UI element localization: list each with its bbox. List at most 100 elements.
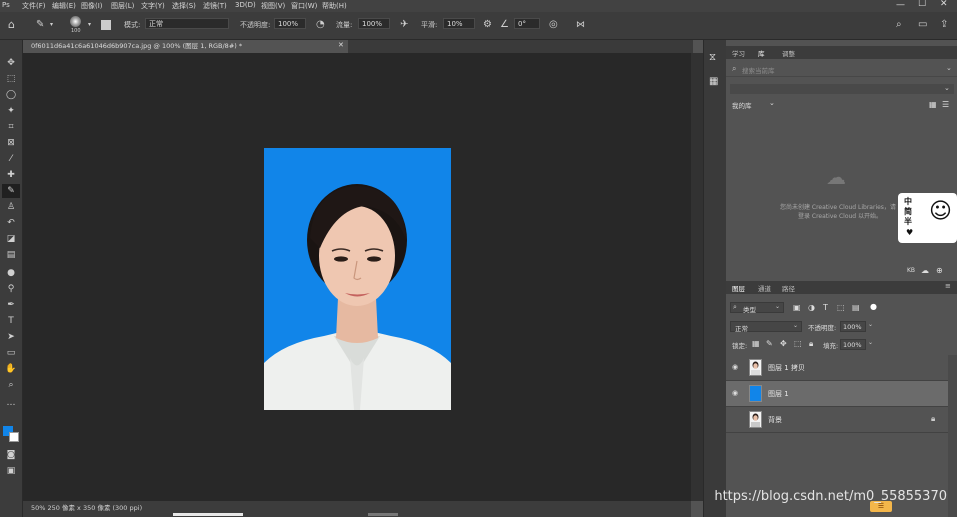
more-tools-icon[interactable]: … — [2, 396, 20, 410]
type-tool-icon[interactable]: T — [2, 314, 20, 328]
library-dropdown[interactable]: 我的库 — [732, 100, 752, 110]
eye-icon[interactable]: ◉ — [732, 363, 738, 371]
path-selection-tool-icon[interactable]: ➤ — [2, 330, 20, 344]
tab-layers[interactable]: 图层 — [732, 283, 745, 293]
menu-filter[interactable]: 滤镜(T) — [203, 1, 227, 11]
gradient-tool-icon[interactable]: ▤ — [2, 248, 20, 262]
mode-select[interactable]: 正常 — [145, 18, 229, 29]
close-icon[interactable]: ✕ — [940, 0, 948, 9]
smooth-input[interactable]: 10% — [443, 18, 475, 29]
dodge-tool-icon[interactable]: ⚲ — [2, 282, 20, 296]
workspace-icon[interactable]: ▭ — [918, 19, 927, 31]
lock-transparent-icon[interactable]: ▦ — [752, 339, 760, 348]
menu-window[interactable]: 窗口(W) — [291, 1, 317, 11]
menu-view[interactable]: 视图(V) — [261, 1, 285, 11]
chevron-down-icon[interactable]: ▾ — [88, 19, 91, 31]
add-library-icon[interactable]: ⊕ — [936, 266, 943, 275]
flow-input[interactable]: 100% — [358, 18, 390, 29]
menu-edit[interactable]: 编辑(E) — [52, 1, 76, 11]
frame-tool-icon[interactable]: ⊠ — [2, 136, 20, 150]
lock-all-icon[interactable]: 🔒︎ — [809, 339, 813, 349]
chevron-down-icon[interactable]: ⌄ — [769, 99, 775, 107]
menu-help[interactable]: 帮助(H) — [322, 1, 347, 11]
eyedropper-tool-icon[interactable]: ⁄ — [2, 152, 20, 166]
airbrush-icon[interactable]: ✈ — [400, 19, 408, 31]
zoom-tool-icon[interactable]: ⌕ — [2, 378, 20, 392]
pressure-opacity-icon[interactable]: ◔ — [316, 19, 325, 31]
menu-select[interactable]: 选择(S) — [172, 1, 196, 11]
angle-input[interactable]: 0° — [514, 18, 540, 29]
tab-learn[interactable]: 学习 — [732, 48, 745, 58]
blend-mode-select[interactable]: 正常 ⌄ — [730, 321, 802, 333]
list-view-icon[interactable]: ☰ — [942, 100, 949, 109]
healing-brush-tool-icon[interactable]: ✚ — [2, 168, 20, 182]
lock-position-icon[interactable]: ✥ — [780, 339, 787, 348]
document-tab[interactable]: 0f6011d6a41c6a61046d6b907ca.jpg @ 100% (… — [23, 40, 348, 53]
panel-menu-icon[interactable]: ≡ — [945, 282, 951, 290]
home-icon[interactable]: ⌂ — [8, 19, 15, 31]
menu-layer[interactable]: 图层(L) — [111, 1, 134, 11]
close-tab-icon[interactable]: ✕ — [338, 41, 344, 49]
chevron-down-icon[interactable]: ⌄ — [868, 339, 873, 346]
brush-tool-icon[interactable]: ✎ — [36, 19, 44, 31]
chevron-down-icon[interactable]: ⌄ — [868, 321, 873, 328]
history-brush-tool-icon[interactable]: ↶ — [2, 216, 20, 230]
pressure-size-icon[interactable]: ◎ — [549, 19, 558, 31]
layer-opacity-input[interactable]: 100% — [840, 321, 866, 332]
filter-pixel-icon[interactable]: ▣ — [793, 303, 801, 312]
pen-tool-icon[interactable]: ✒ — [2, 298, 20, 312]
menu-type[interactable]: 文字(Y) — [141, 1, 165, 11]
layers-scrollbar[interactable] — [948, 355, 957, 517]
blur-tool-icon[interactable]: ● — [2, 266, 20, 280]
magic-wand-tool-icon[interactable]: ✦ — [2, 104, 20, 118]
filter-toggle-icon[interactable]: ● — [870, 302, 877, 311]
marquee-tool-icon[interactable]: ⬚ — [2, 72, 20, 86]
share-icon[interactable]: ⇪ — [940, 19, 948, 31]
library-filter-bar[interactable]: ⌄ — [730, 84, 954, 94]
tab-adjustments[interactable]: 调整 — [782, 48, 795, 58]
tab-libraries[interactable]: 库 — [758, 48, 765, 58]
hand-tool-icon[interactable]: ✋ — [2, 362, 20, 376]
library-search-input[interactable]: 搜索当前库 — [742, 65, 775, 75]
lock-pixels-icon[interactable]: ✎ — [766, 339, 773, 348]
maximize-icon[interactable]: ☐ — [918, 0, 926, 9]
menu-file[interactable]: 文件(F) — [22, 1, 46, 11]
screen-mode-icon[interactable]: ▣ — [2, 464, 20, 478]
rectangle-tool-icon[interactable]: ▭ — [2, 346, 20, 360]
brush-panel-icon[interactable] — [101, 20, 111, 30]
layer-row[interactable]: ◉ 图层 1 拷贝 — [726, 355, 948, 381]
history-panel-icon[interactable]: ⧖ — [709, 52, 716, 63]
chevron-down-icon[interactable]: ▾ — [50, 19, 53, 31]
move-tool-icon[interactable]: ✥ — [2, 56, 20, 70]
lasso-tool-icon[interactable]: ◯ — [2, 88, 20, 102]
lock-artboard-icon[interactable]: ⬚ — [794, 339, 802, 348]
menu-3d[interactable]: 3D(D) — [235, 1, 256, 9]
tab-channels[interactable]: 通道 — [758, 283, 771, 293]
tab-paths[interactable]: 路径 — [782, 283, 795, 293]
layer-filter-select[interactable]: ⌕ 类型 ⌄ — [730, 302, 784, 314]
quick-mask-icon[interactable]: ◙ — [2, 448, 20, 462]
minimize-icon[interactable]: — — [896, 0, 905, 10]
symmetry-icon[interactable]: ⋈ — [576, 19, 585, 31]
layer-fill-input[interactable]: 100% — [840, 339, 866, 350]
crop-tool-icon[interactable]: ⌗ — [2, 120, 20, 134]
grid-view-icon[interactable]: ▦ — [929, 100, 937, 109]
menu-image[interactable]: 图像(I) — [81, 1, 103, 11]
chevron-down-icon[interactable]: ⌄ — [946, 64, 952, 72]
brush-tool-icon[interactable]: ✎ — [2, 184, 20, 198]
gear-icon[interactable]: ⚙ — [483, 19, 492, 31]
filter-type-icon[interactable]: T — [823, 303, 828, 312]
filter-adjustment-icon[interactable]: ◑ — [808, 303, 815, 312]
stamp-tool-icon[interactable]: ♙ — [2, 200, 20, 214]
layer-row[interactable]: ◉ 图层 1 — [726, 381, 948, 407]
opacity-input[interactable]: 100% — [274, 18, 306, 29]
filter-smart-object-icon[interactable]: ▤ — [852, 303, 860, 312]
chevron-down-icon[interactable]: ⌄ — [944, 84, 950, 92]
background-color-swatch[interactable] — [9, 432, 19, 442]
vertical-scrollbar[interactable] — [691, 53, 703, 501]
eraser-tool-icon[interactable]: ◪ — [2, 232, 20, 246]
horizontal-scroll-thumb[interactable] — [368, 513, 398, 516]
eye-icon[interactable]: ◉ — [732, 389, 738, 397]
brush-preset-icon[interactable] — [70, 16, 81, 27]
ps-logo[interactable]: Ps — [2, 1, 10, 9]
